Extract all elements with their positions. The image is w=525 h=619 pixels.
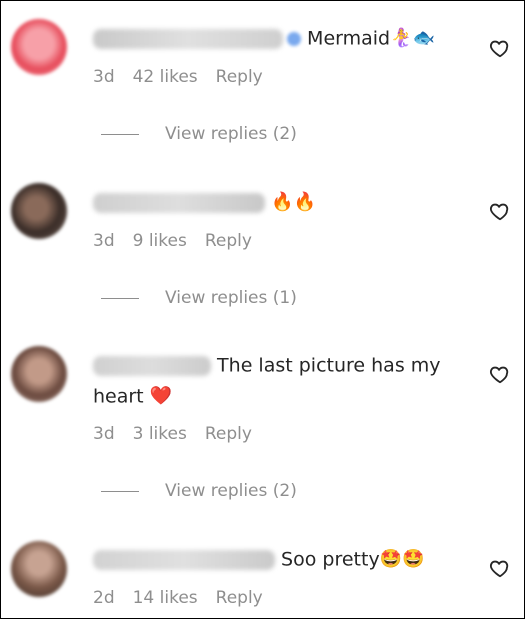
timestamp: 2d bbox=[93, 588, 115, 608]
replies-divider bbox=[101, 490, 139, 492]
avatar[interactable] bbox=[11, 19, 67, 75]
comment-body: The last picture has my heart ❤️ bbox=[93, 350, 473, 411]
avatar[interactable] bbox=[11, 183, 67, 239]
heart-outline-icon[interactable] bbox=[489, 557, 511, 579]
reply-button[interactable]: Reply bbox=[216, 67, 263, 87]
username-blurred[interactable] bbox=[93, 192, 265, 213]
likes-count[interactable]: 3 likes bbox=[133, 424, 187, 444]
reply-button[interactable]: Reply bbox=[205, 424, 252, 444]
comment-text: Mermaid bbox=[307, 27, 391, 50]
emoji: 🤩🤩 bbox=[379, 548, 425, 570]
comment-meta: 3d 3 likes Reply bbox=[93, 424, 270, 444]
view-replies-button[interactable]: View replies (1) bbox=[101, 288, 297, 308]
comment-meta: 3d 42 likes Reply bbox=[93, 67, 281, 87]
comments-panel: Mermaid🧜‍♀️🐟 3d 42 likes Reply View replie… bbox=[0, 0, 525, 619]
username-blurred[interactable] bbox=[93, 28, 283, 49]
timestamp: 3d bbox=[93, 67, 115, 87]
view-replies-button[interactable]: View replies (2) bbox=[101, 481, 297, 501]
comment-body: Mermaid🧜‍♀️🐟 bbox=[93, 23, 473, 54]
avatar[interactable] bbox=[11, 541, 67, 597]
likes-count[interactable]: 14 likes bbox=[133, 588, 198, 608]
likes-count[interactable]: 9 likes bbox=[133, 231, 187, 251]
comment-text: Soo pretty bbox=[281, 548, 380, 571]
view-replies-label: View replies (1) bbox=[165, 288, 297, 308]
comment-meta: 2d 14 likes Reply bbox=[93, 588, 281, 608]
view-replies-button[interactable]: View replies (2) bbox=[101, 124, 297, 144]
emoji: ❤️ bbox=[149, 385, 173, 406]
reply-button[interactable]: Reply bbox=[205, 231, 252, 251]
view-replies-label: View replies (2) bbox=[165, 481, 297, 501]
emoji: 🧜‍♀️🐟 bbox=[390, 27, 435, 49]
likes-count[interactable]: 42 likes bbox=[133, 67, 198, 87]
replies-divider bbox=[101, 297, 139, 299]
comment-meta: 3d 9 likes Reply bbox=[93, 231, 270, 251]
reply-button[interactable]: Reply bbox=[216, 588, 263, 608]
timestamp: 3d bbox=[93, 231, 115, 251]
username-blurred[interactable] bbox=[93, 355, 211, 376]
verified-badge-icon bbox=[287, 31, 301, 46]
comment-body: Soo pretty🤩🤩 bbox=[93, 544, 473, 575]
comment-body: 🔥🔥 bbox=[93, 187, 473, 218]
avatar[interactable] bbox=[11, 346, 67, 402]
emoji: 🔥🔥 bbox=[271, 191, 316, 213]
replies-divider bbox=[101, 133, 139, 135]
comment-text: The last picture has my bbox=[217, 354, 441, 377]
comment-text-continued: heart bbox=[93, 385, 144, 407]
heart-outline-icon[interactable] bbox=[489, 200, 511, 222]
timestamp: 3d bbox=[93, 424, 115, 444]
heart-outline-icon[interactable] bbox=[489, 363, 511, 385]
heart-outline-icon[interactable] bbox=[489, 37, 511, 59]
view-replies-label: View replies (2) bbox=[165, 124, 297, 144]
username-blurred[interactable] bbox=[93, 549, 275, 570]
